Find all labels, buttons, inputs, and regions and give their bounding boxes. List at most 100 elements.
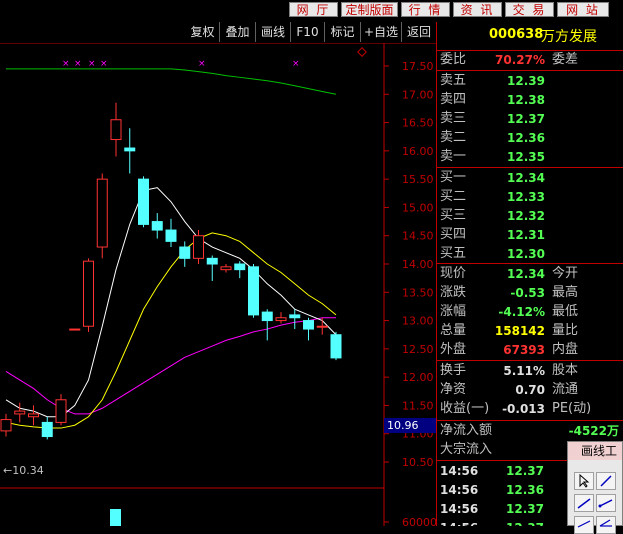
stat-value: 12.34 [507, 267, 545, 281]
sell-level-price: 12.39 [507, 74, 545, 88]
stat-label: 现价 [440, 266, 467, 281]
axis-tick-label: 17.00 [402, 88, 434, 101]
candle [330, 331, 342, 361]
tick-price: 12.36 [506, 483, 544, 497]
extra-stat-label: 收益(一) [440, 401, 490, 416]
sell-level-label: 卖一 [440, 149, 467, 164]
sell-level-label: 卖三 [440, 111, 467, 126]
sell-level-price: 12.36 [507, 131, 545, 145]
buy-level-price: 12.34 [507, 171, 545, 185]
axis-tick-label: 12.50 [402, 343, 434, 356]
candle [69, 328, 81, 331]
stat-label-2: 今开 [552, 266, 579, 281]
axis-tick-label: 14.50 [402, 230, 434, 243]
sell-level-price: 12.37 [507, 112, 545, 126]
candle-body [275, 317, 287, 322]
tick-time: 14:56 [440, 483, 479, 497]
drawing-tools-popup[interactable]: 画线工 [567, 441, 623, 534]
parallel-line-icon[interactable] [574, 516, 594, 534]
stock-title: 000638 万方发展 [437, 22, 623, 51]
candle-body [41, 421, 53, 438]
candle-body [69, 328, 81, 331]
axis-tick-label: 16.50 [402, 117, 434, 130]
menu-website[interactable]: 网 站 [557, 2, 609, 17]
sell-level-row: 卖四 12.38 [437, 91, 623, 109]
stat-value: 158142 [494, 324, 545, 338]
f10-button[interactable]: F10 [291, 22, 325, 42]
stat-row: 涨幅 -4.12% 最低 [437, 303, 623, 321]
sell-level-price: 12.35 [507, 150, 545, 164]
menu-hall[interactable]: 网 厅 [289, 2, 338, 17]
menu-trade[interactable]: 交 易 [505, 2, 554, 17]
extra-stat-value: 5.11% [503, 364, 545, 378]
marker-x: × [62, 59, 70, 69]
sell-level-label: 卖四 [440, 92, 467, 107]
stat-label-2: 最高 [552, 285, 579, 300]
stat-row: 涨跌 -0.53 最高 [437, 284, 623, 302]
stat-label: 总量 [440, 323, 467, 338]
back-button[interactable]: 返回 [402, 22, 436, 42]
stat-row: 外盘 67393 内盘 [437, 341, 623, 359]
buy-level-row: 买三 12.32 [437, 207, 623, 225]
stat-value: -0.53 [510, 286, 545, 300]
restore-rights-button[interactable]: 复权 [186, 22, 220, 42]
draw-line-button[interactable]: 画线 [256, 22, 291, 42]
sell-level-row: 卖五 12.39 [437, 72, 623, 90]
sell-level-price: 12.38 [507, 93, 545, 107]
menu-quotes[interactable]: 行 情 [401, 2, 450, 17]
candle-body [165, 229, 177, 242]
candle-body [96, 178, 108, 248]
buy-level-price: 12.31 [507, 228, 545, 242]
net-flow-label: 净流入额 [440, 423, 493, 438]
candle-body [0, 419, 12, 432]
candle [96, 173, 108, 259]
axis-tick-label: 17.50 [402, 60, 434, 73]
extra-stat-label-2: PE(动) [552, 401, 592, 416]
tick-time: 14:56 [440, 502, 479, 516]
stat-label-2: 最低 [552, 304, 579, 319]
axis-tick-label: 16.00 [402, 145, 434, 158]
tick-price: 12.37 [506, 502, 544, 516]
menu-news[interactable]: 资 讯 [453, 2, 502, 17]
mark-button[interactable]: 标记 [325, 22, 361, 42]
candle-body [234, 263, 246, 271]
axis-tick-label: 12.00 [402, 371, 434, 384]
candle-body [316, 325, 328, 328]
candle-body [206, 257, 218, 265]
sell-level-label: 卖五 [440, 73, 467, 88]
stat-label: 外盘 [440, 342, 467, 357]
axis-tick-label: 13.50 [402, 286, 434, 299]
weicha-label: 委差 [552, 52, 579, 67]
candle-body [303, 320, 314, 330]
top-menu-bar: 网 厅 定制版面 行 情 资 讯 交 易 网 站 [0, 0, 623, 22]
angle-line-icon[interactable] [596, 516, 616, 534]
axis-tick-label: 10.50 [402, 456, 434, 469]
marker-x: × [198, 59, 206, 69]
extra-stat-label-2: 流通 [552, 382, 579, 397]
min-price-value: 10.34 [12, 464, 44, 477]
extra-stat-row: 换手 5.11% 股本 [437, 362, 623, 380]
net-flow-row: 净流入额 -4522万 [437, 422, 623, 440]
buy-level-row: 买四 12.31 [437, 226, 623, 244]
candle-body [124, 147, 136, 152]
cursor-icon[interactable] [574, 472, 594, 490]
candle-body [83, 260, 94, 327]
ray-line-icon[interactable] [574, 494, 594, 512]
axis-tick-label: 15.50 [402, 173, 434, 186]
axis-tick-label: 15.00 [402, 201, 434, 214]
webi-value: 70.27% [495, 53, 545, 67]
overlay-button[interactable]: 叠加 [220, 22, 256, 42]
line-segment-icon[interactable] [596, 472, 616, 490]
kline-chart[interactable]: 17.50 17.00 16.50 16.00 15.50 15.00 14.50 14.00… [0, 43, 436, 526]
candle [138, 176, 149, 228]
axis-tick-label: 11.50 [402, 399, 434, 412]
add-favorite-button[interactable]: +自选 [361, 22, 402, 42]
trend-line-icon[interactable] [596, 494, 616, 512]
axis-tick-label: 13.00 [402, 315, 434, 328]
menu-custom-layout[interactable]: 定制版面 [341, 2, 398, 17]
axis-tick-label: 14.00 [402, 258, 434, 271]
candle-body [289, 314, 301, 319]
buy-level-price: 12.33 [507, 190, 545, 204]
candle-body [261, 311, 273, 322]
webi-row: 委比 70.27% 委差 [437, 51, 623, 69]
